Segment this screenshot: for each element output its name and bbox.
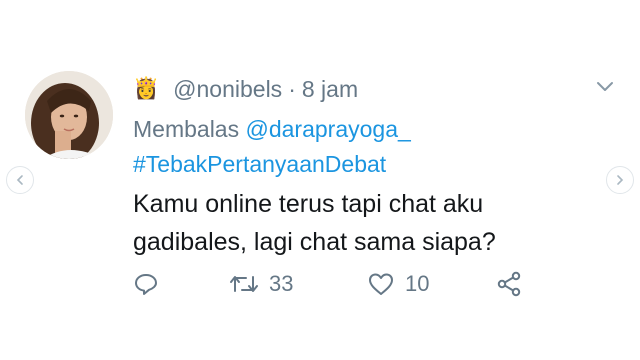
retweet-icon (230, 276, 258, 292)
user-emoji: 👸 (133, 77, 160, 100)
retweet-count: 33 (269, 271, 294, 296)
tweet-header: 👸 @nonibels · 8 jam (133, 74, 603, 104)
reply-icon (135, 274, 157, 295)
like-count: 10 (405, 271, 430, 296)
reply-prefix: Membalas (133, 116, 240, 142)
tweet-text: Kamu online terus tapi chat aku gadibale… (133, 185, 603, 261)
tweet-text-line-1: Kamu online terus tapi chat aku (133, 190, 484, 218)
reply-button[interactable] (133, 271, 229, 297)
avatar[interactable] (25, 71, 113, 159)
retweet-button[interactable]: 33 (229, 271, 367, 297)
tweet-actions: 33 10 (133, 270, 563, 298)
tweet-time[interactable]: 8 jam (302, 74, 358, 104)
next-button[interactable] (606, 166, 634, 194)
share-icon (497, 271, 521, 297)
heart-icon (369, 273, 393, 295)
hashtag-link[interactable]: #TebakPertanyaanDebat (133, 148, 603, 180)
tweet: 👸 @nonibels · 8 jam Membalas @daraprayog… (133, 74, 613, 261)
user-handle[interactable]: @nonibels (173, 74, 282, 104)
previous-button[interactable] (6, 166, 34, 194)
share-button[interactable] (495, 270, 523, 298)
separator-dot: · (288, 76, 296, 102)
chevron-left-icon (16, 175, 23, 185)
like-button[interactable]: 10 (367, 271, 495, 297)
chevron-right-icon (617, 175, 624, 185)
tweet-text-line-2: gadibales, lagi chat sama siapa? (133, 228, 496, 256)
chevron-down-icon (597, 82, 613, 91)
more-options-button[interactable] (595, 80, 615, 99)
reply-context: Membalas @daraprayoga_ (133, 113, 603, 145)
reply-mention[interactable]: @daraprayoga_ (246, 116, 411, 142)
